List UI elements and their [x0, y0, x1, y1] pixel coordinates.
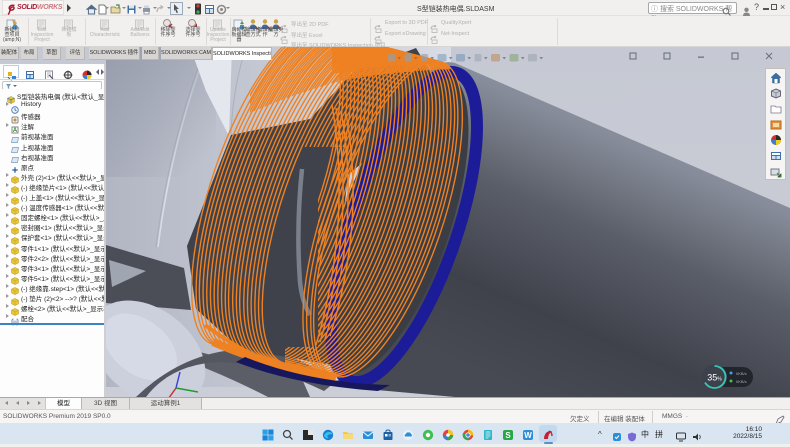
svg-text:W: W — [524, 431, 532, 440]
svg-text:0KB/s: 0KB/s — [736, 379, 747, 384]
svg-text:S: S — [505, 431, 511, 440]
svg-text:0KB/s: 0KB/s — [736, 371, 747, 376]
